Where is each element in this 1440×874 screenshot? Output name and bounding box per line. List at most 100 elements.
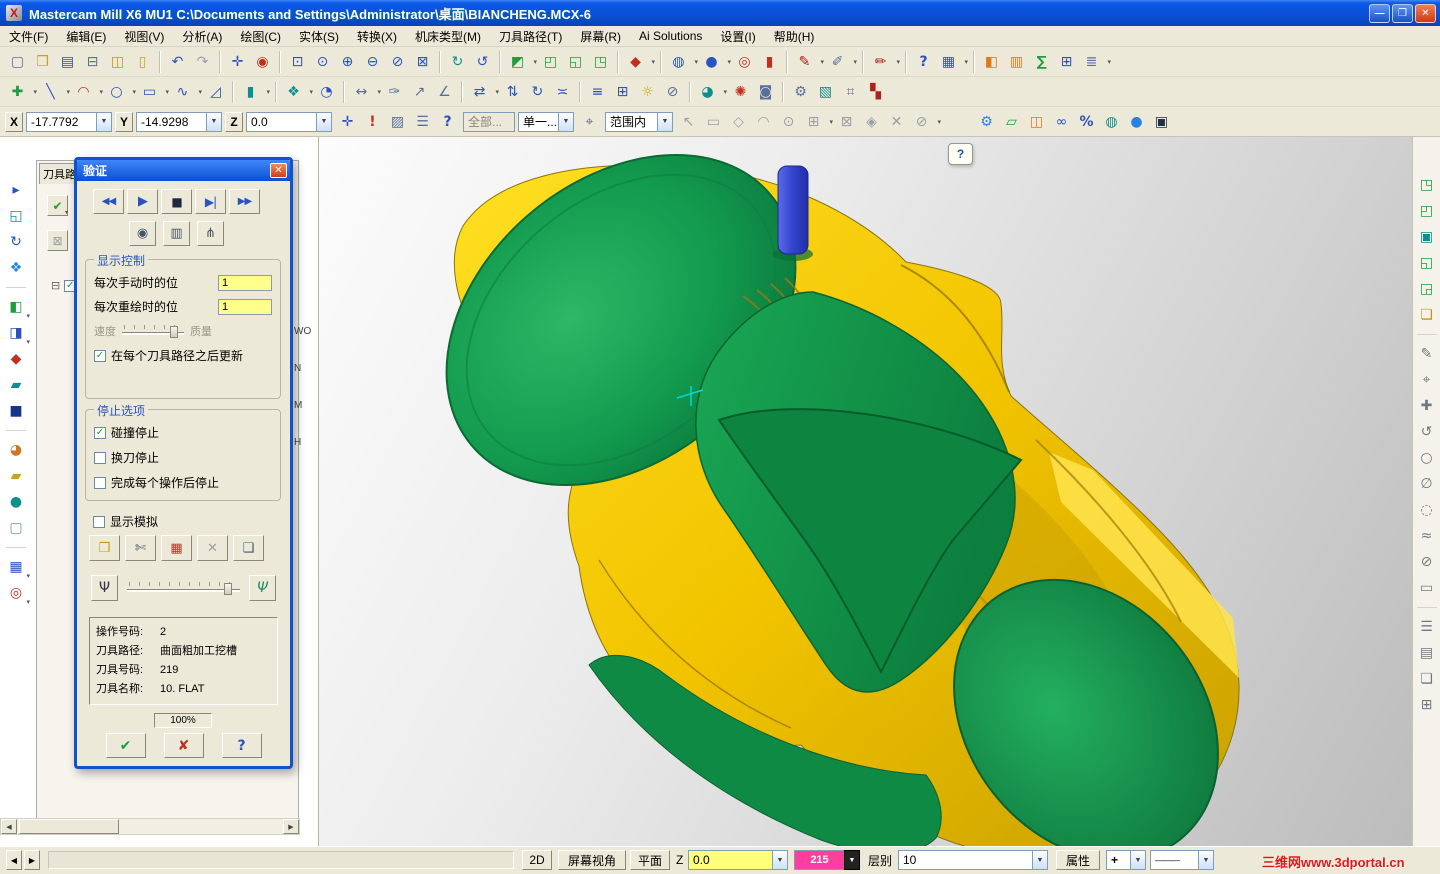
select-last-icon[interactable]: ↖ (677, 111, 700, 133)
snap-solid-icon[interactable]: ⊠ (835, 111, 858, 133)
gview-right-icon[interactable]: ◲ (1415, 277, 1439, 301)
quick-help-icon[interactable]: ? (436, 111, 459, 133)
close-button[interactable]: ✕ (1415, 3, 1436, 23)
undo-icon[interactable]: ↶ (166, 51, 189, 73)
mcx-convert-icon[interactable]: ◧ (980, 51, 1003, 73)
gview-iso-icon[interactable]: ◳ (1415, 173, 1439, 197)
save-icon[interactable]: ▤ (56, 51, 79, 73)
material-icon[interactable]: ◙ (754, 81, 777, 103)
percent-icon[interactable]: % (1075, 111, 1098, 133)
report-button[interactable]: ▦ (161, 535, 192, 561)
verify-mode-button[interactable]: ◉ (129, 221, 156, 246)
steps-per-redraw-field[interactable]: 1 (218, 298, 272, 315)
dim-leader-icon[interactable]: ↗ (408, 81, 431, 103)
status-scroll-left-icon[interactable]: ◀ (6, 850, 22, 870)
level-combo[interactable]: 10 ▼ (898, 850, 1048, 870)
sheet-view-icon[interactable]: ❏ (1415, 303, 1439, 327)
stock-save-button[interactable]: ❒ (89, 535, 120, 561)
xform-mirror-icon[interactable]: ⇅ (501, 81, 524, 103)
table-icon[interactable]: ⊞ (1055, 51, 1078, 73)
y-axis-button[interactable]: Y (115, 111, 133, 132)
collision-check-button[interactable]: ✕ (197, 535, 228, 561)
wave-icon[interactable]: ≈ (1415, 524, 1439, 548)
run-speed-slider[interactable] (127, 581, 240, 596)
dashed-circle-icon[interactable]: ◌ (1415, 498, 1439, 522)
dim-linear-icon[interactable]: ↔ (350, 81, 373, 103)
analyze-distance-icon[interactable]: ✐ (826, 51, 849, 73)
zoom-window-icon[interactable]: ⊡ (286, 51, 309, 73)
chevron-down-icon[interactable]: ▼ (657, 112, 672, 131)
menu-analyze[interactable]: 分析(A) (173, 26, 231, 47)
gview-front-icon[interactable]: ◱ (1415, 251, 1439, 275)
plane-select-icon[interactable]: ▱ (1000, 111, 1023, 133)
ring-icon[interactable]: ◎ (733, 51, 756, 73)
surface-create-icon[interactable]: ❖ (282, 81, 305, 103)
repaint-view-icon[interactable]: ↻ (4, 230, 28, 254)
chevron-down-icon[interactable]: ▼ (1130, 851, 1145, 869)
mode-2d-button[interactable]: 2D (522, 850, 552, 870)
display-simulation-checkbox[interactable]: 显示模拟 (93, 513, 158, 530)
create-rect-icon[interactable]: ▭ (138, 81, 161, 103)
menu-xform[interactable]: 转换(X) (348, 26, 406, 47)
xform-offset-icon[interactable]: ≍ (551, 81, 574, 103)
snap-point-icon[interactable]: ⊙ (777, 111, 800, 133)
minimize-button[interactable]: — (1369, 3, 1390, 23)
cancel-button[interactable]: ✘ (163, 733, 204, 758)
chevron-down-icon[interactable]: ▼ (1032, 851, 1047, 869)
select-all-combo[interactable]: 全部... (463, 111, 515, 132)
grid-panel-icon[interactable]: ⊞ (1415, 693, 1439, 717)
scrollbar-thumb[interactable] (19, 819, 119, 834)
wcs-gear-icon[interactable]: ⚙ (975, 111, 998, 133)
capture-icon[interactable]: ◫ (106, 51, 129, 73)
zoom-in-icon[interactable]: ⊕ (336, 51, 359, 73)
menu-machine-type[interactable]: 机床类型(M) (406, 26, 490, 47)
grid-icon[interactable]: ⊞ (611, 81, 634, 103)
list-panel-icon[interactable]: ☰ (1415, 615, 1439, 639)
override-alert-icon[interactable]: ! (361, 111, 384, 133)
ruler-grid-icon[interactable]: ⌗ (839, 81, 862, 103)
copy-panel-icon[interactable]: ❏ (1415, 667, 1439, 691)
snap-intersect-icon[interactable]: ✕ (885, 111, 908, 133)
render-icon[interactable]: ✺ (729, 81, 752, 103)
chevron-down-icon[interactable]: ▼ (206, 112, 221, 131)
selection-list-icon[interactable]: ☰ (411, 111, 434, 133)
top-view-icon[interactable]: ◰ (539, 51, 562, 73)
target-tool-icon[interactable]: ◎ (4, 581, 30, 606)
current-color-swatch[interactable]: 215 (794, 850, 844, 870)
steps-per-manual-field[interactable]: 1 (218, 274, 272, 291)
menu-screen[interactable]: 屏幕(R) (571, 26, 630, 47)
open-icon[interactable]: ❒ (31, 51, 54, 73)
z-depth-combo[interactable]: 0.0 ▼ (688, 850, 788, 870)
help-button[interactable]: ? (221, 733, 262, 758)
zoom-previous-icon[interactable]: ⊘ (386, 51, 409, 73)
snap-off-icon[interactable]: ⊘ (910, 111, 933, 133)
grid-tool-icon[interactable]: ▦ (4, 555, 30, 580)
gview-cube-icon[interactable]: ◨ (4, 321, 30, 346)
help-bubble-icon[interactable]: ? (948, 143, 973, 165)
graphics-viewport[interactable]: ? (318, 137, 1412, 846)
grid-settings-icon[interactable]: ▦ (937, 51, 960, 73)
levels-icon[interactable]: ≡ (586, 81, 609, 103)
sum-icon[interactable]: ∑ (1030, 51, 1053, 73)
new-file-icon[interactable]: ▢ (6, 51, 29, 73)
lamp-icon[interactable]: ☼ (636, 81, 659, 103)
restore-button[interactable]: ❐ (1392, 3, 1413, 23)
dark-screen-icon[interactable]: ▣ (1150, 111, 1173, 133)
create-spline-icon[interactable]: ∿ (171, 81, 194, 103)
menu-ai-solutions[interactable]: Ai Solutions (630, 27, 711, 45)
repaint-icon[interactable]: ↻ (446, 51, 469, 73)
chevron-down-icon[interactable]: ▼ (96, 112, 111, 131)
point-style-combo[interactable]: + ▼ (1106, 850, 1146, 870)
navy-square-icon[interactable]: ■ (4, 399, 28, 423)
shaded-sphere-icon[interactable]: ● (700, 51, 723, 73)
line-style-combo[interactable]: ——— ▼ (1150, 850, 1214, 870)
zoom-out-icon[interactable]: ⊖ (361, 51, 384, 73)
chevron-down-icon[interactable]: ▼ (558, 112, 573, 131)
color-selector[interactable]: 215 ▼ (794, 850, 860, 870)
dialog-titlebar[interactable]: 验证 ✕ (77, 160, 290, 181)
update-after-toolpath-checkbox[interactable]: ✓ 在每个刀具路径之后更新 (94, 347, 272, 364)
clear-color-icon[interactable]: ⊘ (661, 81, 684, 103)
chevron-down-icon[interactable]: ▼ (1198, 851, 1213, 869)
collapse-icon[interactable]: ⊟ (51, 279, 60, 292)
menu-create[interactable]: 绘图(C) (231, 26, 290, 47)
